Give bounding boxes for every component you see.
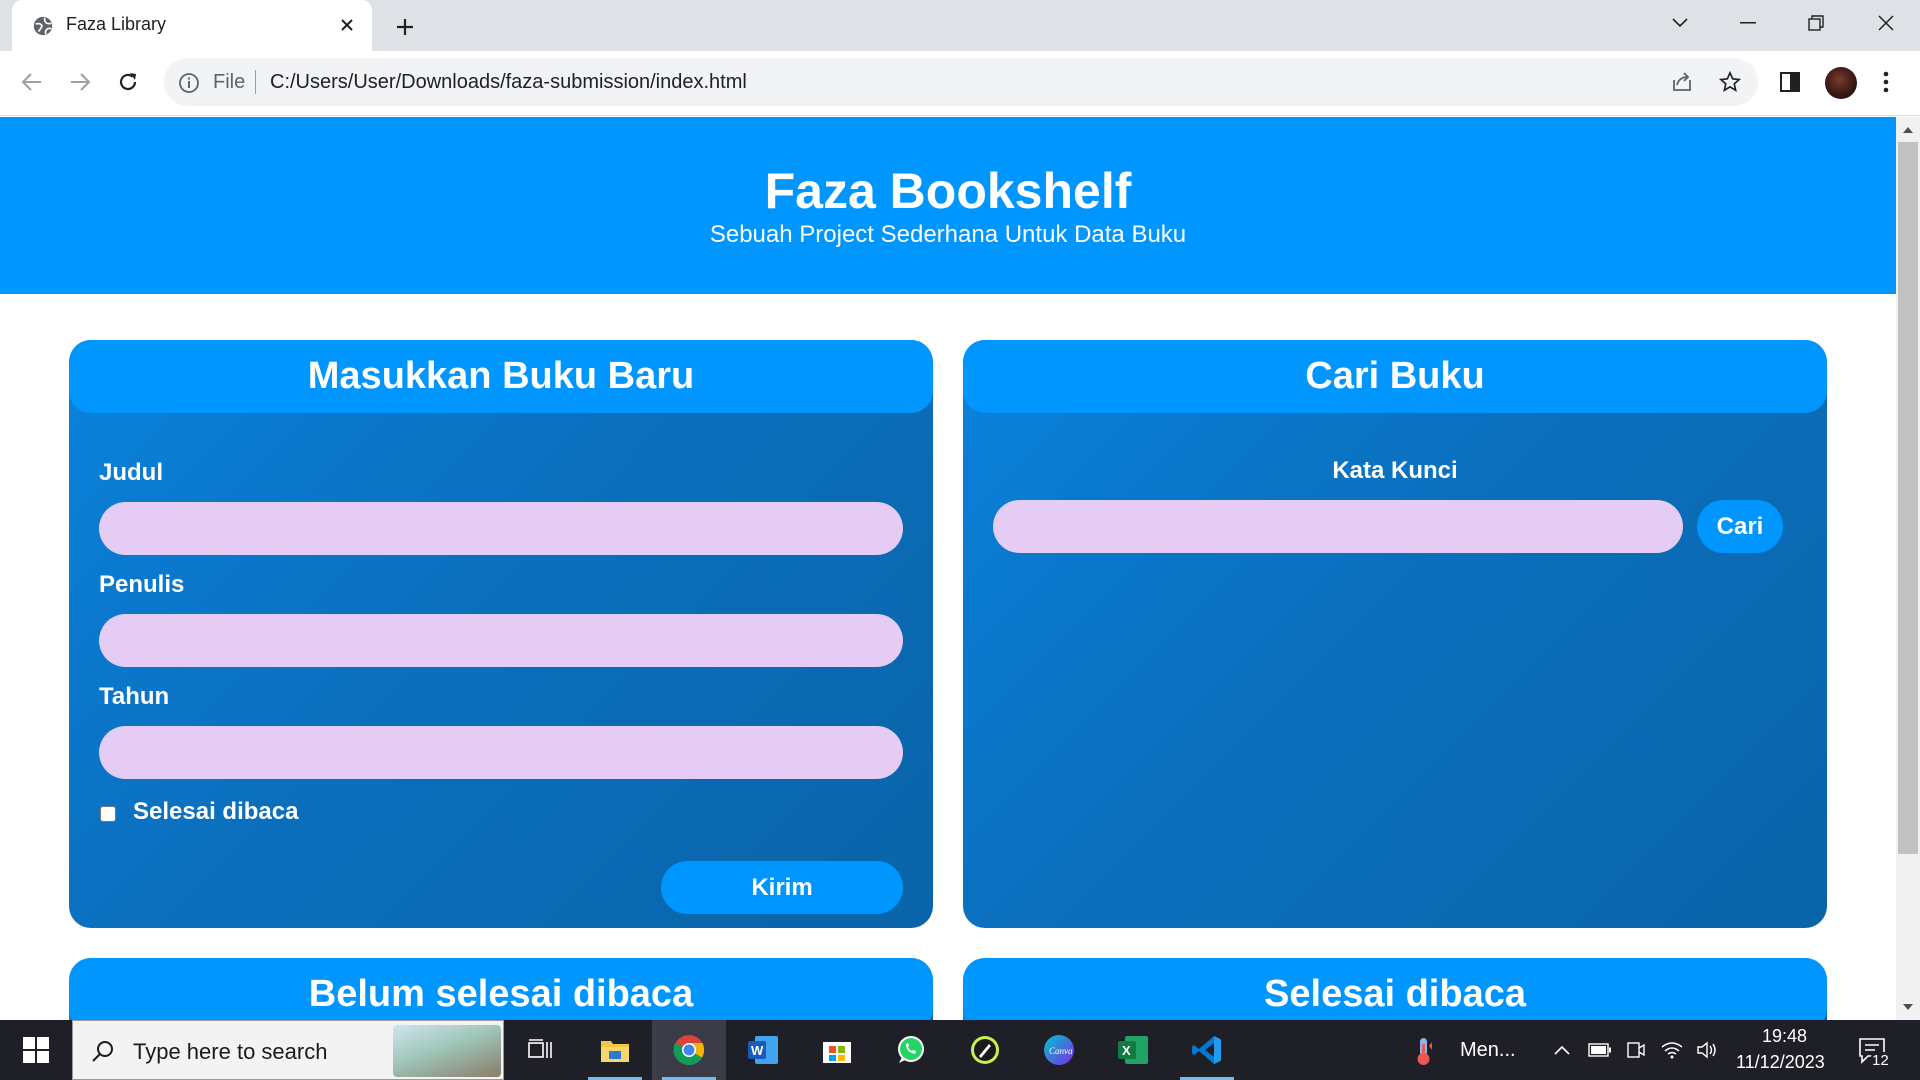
clock-date[interactable]: 11/12/2023 [1736, 1052, 1825, 1073]
side-panel-icon[interactable] [1774, 66, 1806, 98]
task-view-icon[interactable] [504, 1020, 578, 1080]
penulis-label: Penulis [99, 571, 185, 598]
chrome-icon[interactable] [652, 1020, 726, 1080]
selesai-checkbox-label[interactable]: Selesai dibaca [133, 798, 298, 826]
globe-icon [33, 16, 53, 36]
windows-start-icon[interactable] [0, 1020, 72, 1080]
input-book-card: Masukkan Buku Baru Judul Penulis Tahun S… [69, 340, 933, 928]
cari-button[interactable]: Cari [1697, 500, 1783, 553]
scroll-down-icon[interactable] [1898, 997, 1918, 1017]
scroll-up-icon[interactable] [1898, 120, 1918, 140]
search-book-card: Cari Buku Kata Kunci Cari [963, 340, 1827, 928]
page-subtitle: Sebuah Project Sederhana Untuk Data Buku [709, 221, 1187, 248]
input-card-title: Masukkan Buku Baru [69, 340, 933, 413]
page-viewport: Faza Bookshelf Sebuah Project Sederhana … [0, 117, 1896, 1020]
notification-count-badge: 12 [1870, 1052, 1891, 1069]
share-icon[interactable] [1666, 66, 1698, 98]
unread-shelf-card: Belum selesai dibaca [69, 958, 933, 1020]
menu-kebab-icon[interactable] [1870, 66, 1902, 98]
taskbar-search-placeholder: Type here to search [133, 1039, 328, 1064]
new-tab-button[interactable] [390, 12, 420, 42]
word-icon[interactable]: W [726, 1020, 800, 1080]
canva-icon[interactable]: Canva [1022, 1020, 1096, 1080]
judul-label: Judul [99, 459, 163, 486]
selesai-checkbox[interactable] [100, 806, 116, 822]
read-shelf-title: Selesai dibaca [963, 958, 1827, 1020]
volume-icon[interactable] [1696, 1038, 1720, 1062]
pen-app-icon[interactable] [948, 1020, 1022, 1080]
scrollbar-thumb[interactable] [1898, 142, 1918, 854]
search-input[interactable] [993, 500, 1683, 553]
reload-icon[interactable] [110, 64, 146, 100]
thermometer-icon[interactable] [1414, 1036, 1434, 1066]
unread-shelf-title: Belum selesai dibaca [69, 958, 933, 1020]
close-window-icon[interactable] [1866, 8, 1906, 38]
kata-kunci-label: Kata Kunci [1332, 457, 1458, 484]
weather-label[interactable]: Men... [1460, 1039, 1516, 1062]
svg-text:X: X [1122, 1043, 1131, 1058]
tahun-input[interactable] [99, 726, 903, 779]
battery-icon[interactable] [1588, 1038, 1612, 1062]
penulis-input[interactable] [99, 614, 903, 667]
chevron-up-icon[interactable] [1550, 1038, 1574, 1062]
info-icon[interactable] [178, 72, 200, 94]
close-tab-icon[interactable] [334, 12, 360, 38]
meet-now-icon[interactable] [1624, 1038, 1648, 1062]
profile-avatar[interactable] [1825, 67, 1857, 99]
url-scheme-label: File [213, 71, 246, 93]
vscode-icon[interactable] [1170, 1020, 1244, 1080]
read-shelf-card: Selesai dibaca [963, 958, 1827, 1020]
whatsapp-icon[interactable] [874, 1020, 948, 1080]
svg-text:W: W [751, 1043, 764, 1058]
search-highlight-image [393, 1025, 501, 1077]
search-card-title: Cari Buku [963, 340, 1827, 413]
forward-arrow-icon[interactable] [62, 64, 98, 100]
bookmark-star-icon[interactable] [1714, 66, 1746, 98]
page-title: Faza Bookshelf [764, 163, 1132, 219]
search-icon [92, 1041, 113, 1062]
wifi-icon[interactable] [1660, 1038, 1684, 1062]
site-header: Faza Bookshelf Sebuah Project Sederhana … [0, 117, 1896, 294]
svg-text:Canva: Canva [1049, 1046, 1073, 1056]
judul-input[interactable] [99, 502, 903, 555]
browser-tab[interactable]: Faza Library [12, 0, 372, 51]
tahun-label: Tahun [99, 683, 170, 710]
tab-search-icon[interactable] [1660, 8, 1700, 38]
clock-time[interactable]: 19:48 [1762, 1026, 1807, 1047]
excel-icon[interactable]: X [1096, 1020, 1170, 1080]
url-text[interactable]: C:/Users/User/Downloads/faza-submission/… [270, 71, 747, 94]
tab-title: Faza Library [66, 14, 167, 34]
tab-strip: Faza Library [0, 0, 1920, 51]
microsoft-store-icon[interactable] [800, 1020, 874, 1080]
restore-icon[interactable] [1796, 8, 1836, 38]
taskbar-search-box[interactable]: Type here to search [72, 1020, 504, 1080]
taskbar: Type here to search W Canva X Men... 19:… [0, 1020, 1920, 1080]
kirim-button[interactable]: Kirim [661, 861, 903, 914]
minimize-icon[interactable] [1728, 8, 1768, 38]
back-arrow-icon[interactable] [14, 64, 50, 100]
omnibox-divider [255, 70, 256, 94]
file-explorer-icon[interactable] [578, 1020, 652, 1080]
